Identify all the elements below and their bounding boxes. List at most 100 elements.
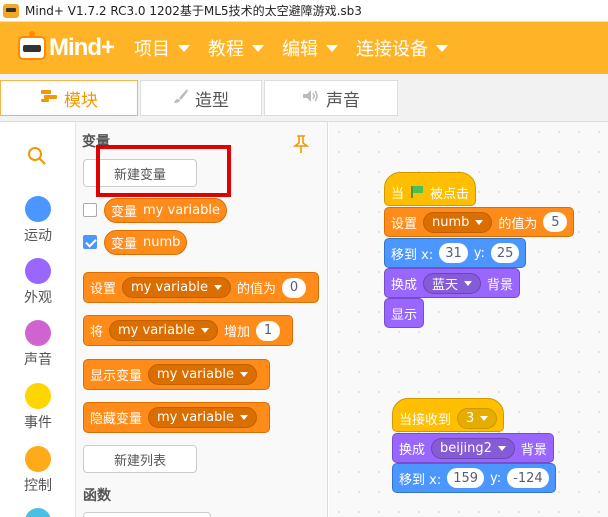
sensing-dot-icon	[25, 508, 51, 517]
block-text: 的值为	[236, 282, 276, 297]
menu-project[interactable]: 项目	[134, 35, 190, 61]
dropdown-value: beijing2	[440, 440, 492, 456]
message-dropdown[interactable]: 3	[457, 407, 498, 429]
chevron-down-icon	[239, 372, 248, 377]
logo-text: Mind+	[49, 34, 115, 61]
tab-costumes-label: 造型	[195, 90, 229, 111]
block-text: 背景	[487, 277, 514, 293]
block-text: y:	[490, 470, 502, 486]
block-text: 换成	[399, 442, 426, 458]
menu-tutorial-label: 教程	[208, 39, 244, 60]
app-icon	[3, 3, 19, 18]
block-text: 被点击	[430, 186, 470, 202]
value-input[interactable]: 1	[255, 320, 280, 341]
tab-blocks[interactable]: 模块	[0, 80, 138, 116]
chevron-down-icon	[464, 280, 473, 286]
menu-tutorial[interactable]: 教程	[208, 35, 264, 61]
brush-icon	[173, 88, 189, 108]
backdrop-dropdown[interactable]: 蓝天	[423, 272, 482, 294]
robot-logo-icon	[18, 31, 46, 60]
pin-icon[interactable]	[292, 134, 310, 154]
reporter-var-name: my variable	[143, 203, 220, 218]
dropdown-value: my variable	[131, 280, 208, 295]
dropdown-value: my variable	[157, 410, 234, 425]
block-text: 设置	[391, 216, 418, 232]
make-block-button[interactable]	[83, 512, 211, 517]
category-control-label: 控制	[24, 478, 52, 494]
category-control[interactable]: 控制	[0, 446, 76, 495]
new-list-button[interactable]: 新建列表	[83, 445, 197, 473]
reporter-var-name: numb	[143, 235, 181, 250]
tab-blocks-label: 模块	[64, 90, 98, 111]
block-text: 换成	[391, 277, 418, 293]
block-text: 背景	[520, 442, 547, 458]
dropdown-value: my variable	[157, 367, 234, 382]
variable-dropdown[interactable]: my variable	[122, 277, 231, 298]
variable-dropdown[interactable]: my variable	[148, 364, 257, 385]
set-variable-block[interactable]: 设置 my variable 的值为 0	[83, 272, 319, 303]
variable-dropdown[interactable]: my variable	[109, 320, 218, 341]
backdrop-dropdown[interactable]: beijing2	[431, 437, 515, 459]
green-flag-icon	[410, 186, 424, 198]
block-text: 增加	[223, 325, 250, 340]
y-input[interactable]: -124	[507, 468, 549, 488]
x-input[interactable]: 31	[439, 243, 468, 263]
variable-checkbox-my-variable[interactable]	[83, 203, 97, 217]
go-to-xy-block[interactable]: 移到 x: 31 y: 25	[384, 238, 527, 268]
tab-sounds[interactable]: 声音	[264, 80, 398, 116]
change-variable-block[interactable]: 将 my variable 增加 1	[83, 315, 293, 346]
block-text: y:	[473, 245, 485, 261]
reporter-prefix: 变量	[111, 237, 138, 252]
menu-connect-device[interactable]: 连接设备	[356, 35, 448, 61]
search-icon[interactable]	[27, 146, 47, 166]
menu-project-label: 项目	[134, 39, 170, 60]
dropdown-value: numb	[432, 214, 470, 230]
block-text: 隐藏变量	[90, 412, 143, 427]
tab-costumes[interactable]: 造型	[140, 80, 262, 116]
switch-backdrop-block[interactable]: 换成 蓝天 背景	[384, 268, 521, 298]
chevron-down-icon	[497, 445, 506, 451]
block-text: 显示	[391, 307, 418, 323]
variable-reporter-my-variable[interactable]: 变量 my variable	[104, 198, 227, 223]
speaker-icon	[302, 89, 320, 107]
menu-bar: Mind+ 项目 教程 编辑 连接设备	[0, 22, 608, 74]
when-i-receive-block[interactable]: 当接收到 3	[392, 398, 505, 432]
value-input[interactable]: 5	[543, 212, 568, 232]
y-input[interactable]: 25	[490, 243, 520, 263]
mindplus-logo: Mind+	[18, 31, 115, 62]
category-events[interactable]: 事件	[0, 383, 76, 432]
x-input[interactable]: 159	[447, 468, 485, 488]
variable-reporter-numb[interactable]: 变量 numb	[104, 230, 188, 255]
category-looks-label: 外观	[24, 290, 52, 306]
category-sound[interactable]: 声音	[0, 320, 76, 369]
category-sound-label: 声音	[24, 352, 52, 368]
chevron-down-icon	[252, 44, 264, 52]
category-motion[interactable]: 运动	[0, 196, 76, 245]
block-text: 设置	[90, 282, 117, 297]
chevron-down-icon	[200, 328, 209, 333]
set-variable-block[interactable]: 设置 numb 的值为 5	[384, 207, 575, 237]
block-text: 移到 x:	[391, 247, 434, 263]
block-text: 将	[90, 325, 104, 340]
show-variable-block[interactable]: 显示变量 my variable	[83, 359, 270, 390]
reporter-prefix: 变量	[111, 205, 138, 220]
menu-edit[interactable]: 编辑	[282, 35, 338, 61]
switch-backdrop-block[interactable]: 换成 beijing2 背景	[392, 433, 554, 463]
variable-dropdown[interactable]: my variable	[148, 407, 257, 428]
hide-variable-block[interactable]: 隐藏变量 my variable	[83, 402, 270, 433]
section-functions-title: 函数	[83, 488, 111, 504]
dropdown-value: my variable	[118, 323, 195, 338]
variable-checkbox-numb[interactable]	[83, 235, 97, 249]
chevron-down-icon	[480, 415, 489, 421]
value-input[interactable]: 0	[281, 277, 306, 298]
when-flag-clicked-block[interactable]: 当 被点击	[384, 172, 477, 206]
chevron-down-icon	[213, 285, 222, 290]
show-block[interactable]: 显示	[384, 298, 425, 328]
dropdown-value: 蓝天	[432, 277, 459, 293]
go-to-xy-block[interactable]: 移到 x: 159 y: -124	[392, 463, 556, 493]
chevron-down-icon	[326, 44, 338, 52]
category-sensing[interactable]	[0, 508, 76, 517]
variable-dropdown[interactable]: numb	[423, 211, 493, 233]
category-looks[interactable]: 外观	[0, 258, 76, 307]
title-bar: Mind+ V1.7.2 RC3.0 1202基于ML5技术的太空避障游戏.sb…	[0, 0, 608, 22]
